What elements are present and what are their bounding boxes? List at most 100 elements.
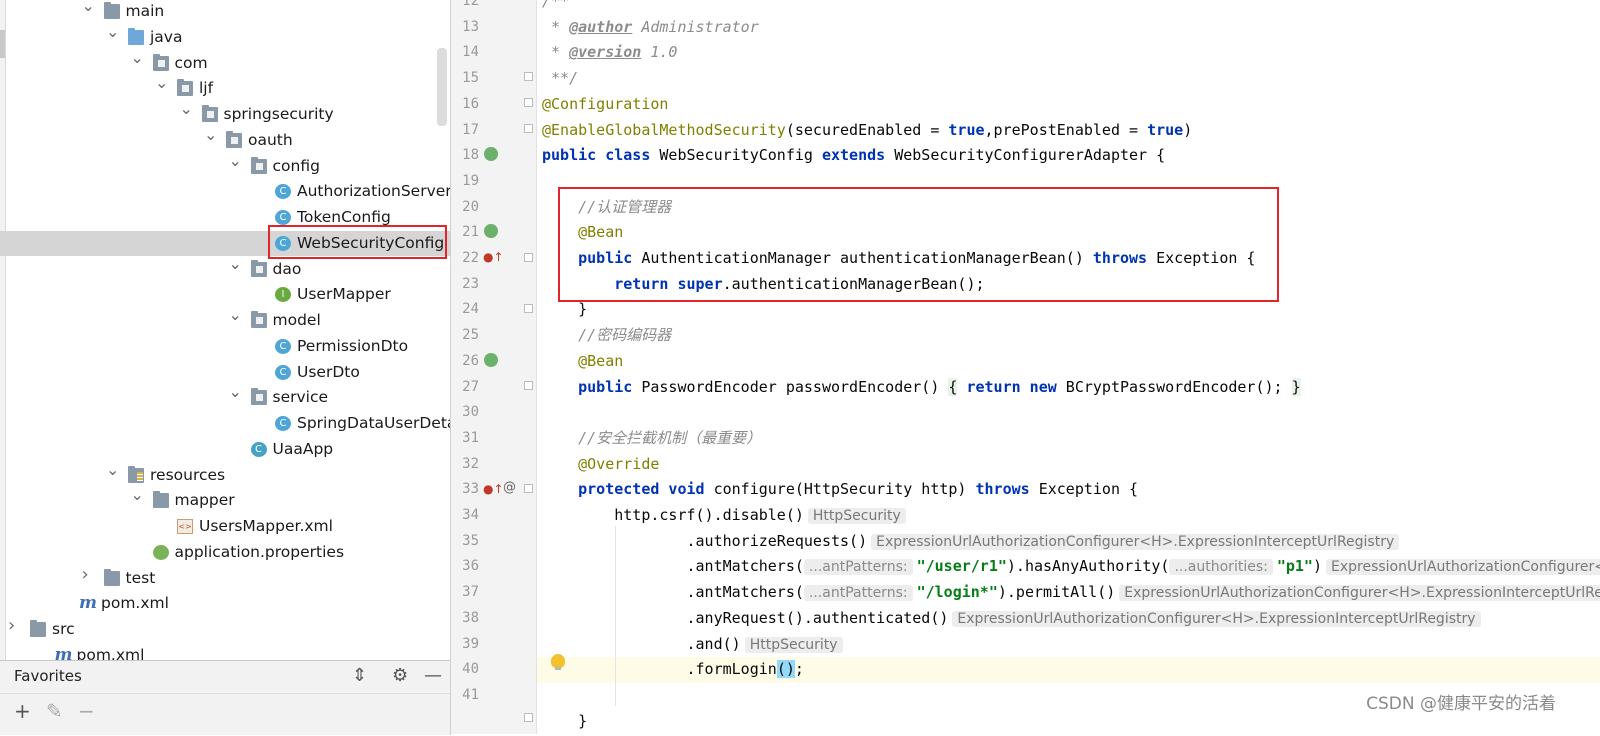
annotation-at-icon: @ [503, 480, 516, 495]
tree-scrollbar[interactable] [437, 48, 447, 126]
fold-marker[interactable] [524, 713, 533, 722]
code-line[interactable]: .and() HttpSecurity [542, 632, 843, 658]
code-line[interactable]: **/ [542, 66, 578, 92]
tree-item[interactable]: C AuthorizationServer [0, 179, 450, 204]
code-line[interactable]: * @author Administrator [542, 15, 759, 41]
code-line[interactable]: .authorizeRequests() ExpressionUrlAuthori… [542, 529, 1400, 555]
line-number: 17 [462, 121, 479, 138]
package-icon [152, 53, 169, 71]
lightbulb-icon[interactable] [551, 654, 565, 670]
fold-marker[interactable] [524, 381, 533, 390]
hide-panel-icon[interactable]: — [424, 665, 442, 687]
override-method-icon[interactable]: ●↑ [483, 250, 504, 264]
project-tree: ⌄ main ⌄ java ⌄ com ⌄ ljf ⌄ springsecurity ⌄ oauth ⌄… [0, 0, 451, 660]
chevron-down-icon[interactable]: ⌄ [106, 23, 119, 40]
code-line[interactable]: //安全拦截机制（最重要） [542, 426, 761, 452]
line-number: 37 [462, 584, 479, 601]
code-line[interactable]: } [542, 709, 587, 734]
tree-item[interactable]: ⌄ java [0, 23, 450, 50]
chevron-down-icon[interactable]: ⌄ [131, 487, 144, 503]
maven-icon: m [79, 593, 97, 614]
code-line[interactable]: public class WebSecurityConfig extends W… [542, 143, 1165, 169]
edit-favorite-icon[interactable]: ✎ [46, 700, 63, 722]
code-line[interactable]: .antMatchers(...antPatterns: "/user/r1").… [542, 554, 1600, 580]
tree-item[interactable]: › test [0, 565, 450, 591]
tree-item[interactable]: C SpringDataUserDetai [0, 411, 450, 436]
package-icon [250, 259, 267, 277]
spring-bean-icon[interactable] [484, 353, 498, 367]
spring-bean-icon[interactable] [484, 224, 498, 238]
tree-item[interactable]: I UserMapper [0, 282, 450, 307]
tree-item[interactable]: ⌄ service [0, 384, 450, 410]
code-line[interactable]: .antMatchers(...antPatterns: "/login*").p… [542, 580, 1600, 606]
chevron-down-icon[interactable]: ⌄ [131, 49, 144, 66]
code-line[interactable]: /** [542, 0, 569, 15]
chevron-down-icon[interactable]: ⌄ [229, 384, 242, 400]
tree-item-label: SpringDataUserDetai [297, 414, 451, 432]
line-number [451, 709, 479, 735]
tree-item[interactable]: ⌄ dao [0, 255, 450, 282]
line-number: 16 [462, 95, 479, 112]
tree-item[interactable]: C UserDto [0, 360, 450, 385]
code-line[interactable]: @EnableGlobalMethodSecurity(securedEnabl… [542, 118, 1192, 144]
spring-config-icon[interactable] [484, 147, 498, 161]
gear-icon[interactable]: ⚙ [392, 665, 408, 687]
class-icon: C [275, 338, 291, 354]
code-line[interactable]: @Configuration [542, 92, 668, 118]
tree-item[interactable]: C PermissionDto [0, 334, 450, 359]
line-number: 31 [462, 429, 479, 446]
chevron-down-icon[interactable]: ⌄ [204, 126, 217, 143]
tree-item-label: pom.xml [76, 645, 145, 660]
chevron-right-icon[interactable]: › [82, 565, 89, 583]
tree-item-label: java [150, 27, 183, 46]
tree-item[interactable]: application.properties [0, 540, 450, 565]
tree-item[interactable]: ⌄ main [0, 0, 450, 24]
fold-marker[interactable] [524, 98, 533, 107]
tree-item[interactable]: ⌄ com [0, 49, 450, 76]
spring-app-class-icon: C [250, 441, 267, 457]
add-favorite-icon[interactable]: + [14, 700, 31, 722]
tree-item[interactable]: ⌄ model [0, 307, 450, 333]
code-line[interactable]: .anyRequest().authenticated() ExpressionU… [542, 606, 1481, 632]
tree-item-label: config [272, 156, 320, 175]
code-line[interactable]: * @version 1.0 [542, 40, 677, 66]
code-line[interactable]: @Override [542, 452, 659, 478]
code-line[interactable]: //密码编码器 [542, 323, 671, 349]
fold-marker[interactable] [524, 72, 533, 81]
tree-item[interactable]: ⌄ ljf [0, 75, 450, 101]
tree-item[interactable]: <> UsersMapper.xml [0, 514, 450, 539]
remove-favorite-icon[interactable]: − [78, 700, 95, 722]
folder-icon [103, 568, 120, 586]
code-line[interactable]: protected void configure(HttpSecurity ht… [542, 477, 1138, 503]
code-line[interactable]: public PasswordEncoder passwordEncoder()… [542, 375, 1301, 401]
chevron-right-icon[interactable]: › [8, 617, 15, 635]
code-line[interactable]: .formLogin(); [537, 657, 1600, 683]
chevron-down-icon[interactable]: ⌄ [82, 0, 95, 14]
chevron-down-icon[interactable]: ⌄ [155, 75, 168, 91]
tree-item[interactable]: › src [0, 617, 450, 642]
chevron-down-icon[interactable]: ⌄ [229, 152, 242, 169]
chevron-down-icon[interactable]: ⌄ [106, 461, 119, 478]
fold-marker[interactable] [524, 253, 533, 262]
code-line[interactable]: @Bean [542, 349, 623, 375]
code-editor[interactable]: /** * @author Administrator * @version 1… [537, 0, 1600, 734]
code-line[interactable]: http.csrf().disable() HttpSecurity [542, 503, 906, 529]
fold-marker[interactable] [524, 124, 533, 133]
chevron-down-icon[interactable]: ⌄ [229, 255, 242, 272]
tree-item[interactable]: ⌄ resources [0, 461, 450, 488]
fold-marker[interactable] [524, 304, 533, 313]
tree-item[interactable]: ⌄ oauth [0, 126, 450, 153]
tree-item-label: application.properties [174, 542, 345, 561]
chevron-down-icon[interactable]: ⌄ [229, 307, 242, 323]
class-icon: C [275, 364, 291, 380]
chevron-down-icon[interactable]: ⌄ [180, 101, 193, 117]
tree-item[interactable]: m pom.xml [0, 591, 450, 616]
tree-item[interactable]: m pom.xml [0, 643, 450, 660]
override-method-icon[interactable]: ●↑ [483, 482, 504, 496]
fold-marker[interactable] [524, 484, 533, 493]
tree-item[interactable]: ⌄ mapper [0, 487, 450, 513]
tree-item[interactable]: C UaaApp [0, 437, 450, 462]
tree-item[interactable]: ⌄ config [0, 152, 450, 179]
tree-item[interactable]: ⌄ springsecurity [0, 101, 450, 127]
collapse-all-icon[interactable]: ⇕ [352, 665, 367, 687]
